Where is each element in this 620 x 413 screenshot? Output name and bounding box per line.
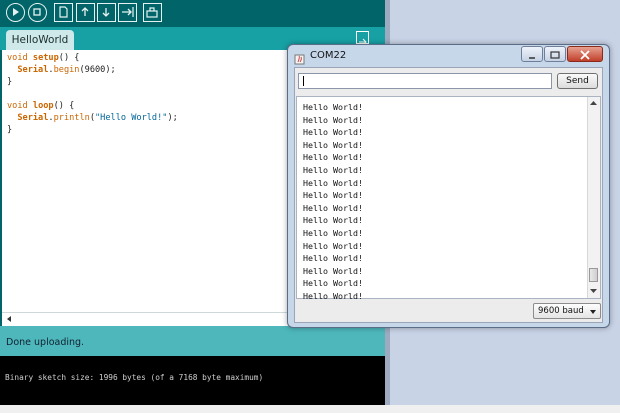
output-line: Hello World!: [303, 139, 363, 150]
java-icon: [294, 50, 305, 65]
output-line: Hello World!: [303, 290, 363, 301]
code-line: }: [7, 77, 13, 87]
output-line: Hello World!: [303, 190, 363, 201]
output-line: Hello World!: [303, 202, 363, 213]
code-line: Serial.begin(9600);: [17, 65, 116, 75]
scroll-down-icon[interactable]: [588, 286, 599, 296]
maximize-icon[interactable]: [544, 46, 566, 62]
output-line: Hello World!: [303, 127, 363, 138]
output-line: Hello World!: [303, 215, 363, 226]
scroll-up-icon[interactable]: [588, 98, 599, 108]
send-button[interactable]: Send: [557, 73, 598, 89]
baud-rate-value: 9600 baud: [538, 306, 584, 316]
open-icon[interactable]: [76, 3, 95, 22]
status-bar: Done uploading.: [0, 326, 385, 356]
serial-input[interactable]: [298, 73, 552, 89]
vertical-scrollbar[interactable]: [587, 97, 600, 298]
output-line: Hello World!: [303, 240, 363, 251]
code-line: }: [7, 125, 13, 135]
console: Binary sketch size: 1996 bytes (of a 716…: [0, 356, 385, 405]
scrollbar-thumb[interactable]: [589, 268, 598, 282]
status-message: Done uploading.: [6, 337, 85, 348]
serial-output: Hello World! Hello World! Hello World! H…: [296, 96, 601, 301]
output-line: Hello World!: [303, 278, 363, 289]
minimize-icon[interactable]: [521, 46, 543, 62]
verify-icon[interactable]: [6, 3, 25, 22]
upload-icon[interactable]: [118, 3, 137, 22]
code-line: Serial.println("Hello World!");: [17, 113, 178, 123]
output-line: Hello World!: [303, 177, 363, 188]
output-lines: Hello World! Hello World! Hello World! H…: [303, 101, 363, 303]
code-line: void loop() {: [7, 101, 75, 111]
output-line: Hello World!: [303, 164, 363, 175]
text-caret: [303, 76, 304, 86]
chevron-down-icon: [590, 310, 596, 314]
baud-rate-select[interactable]: 9600 baud: [533, 303, 601, 319]
tab-menu-icon[interactable]: [356, 31, 369, 46]
tab-helloworld[interactable]: HelloWorld: [6, 30, 74, 50]
screen-bottom-strip: [0, 405, 620, 413]
save-icon[interactable]: [97, 3, 116, 22]
serial-monitor-window: COM22 Send Hello World! Hello World! Hel…: [287, 44, 610, 328]
close-icon[interactable]: [567, 46, 603, 62]
code-line: void setup() {: [7, 53, 80, 63]
window-title: COM22: [310, 50, 347, 61]
toolbar: [0, 0, 385, 27]
output-line: Hello World!: [303, 152, 363, 163]
stop-icon[interactable]: [28, 3, 47, 22]
output-line: Hello World!: [303, 265, 363, 276]
output-line: Hello World!: [303, 253, 363, 264]
serial-monitor-icon[interactable]: [143, 3, 162, 22]
console-output: Binary sketch size: 1996 bytes (of a 716…: [5, 373, 264, 382]
serial-monitor-body: Send Hello World! Hello World! Hello Wor…: [294, 67, 603, 323]
output-line: Hello World!: [303, 227, 363, 238]
output-line: Hello World!: [303, 102, 363, 112]
output-line: Hello World!: [303, 114, 363, 125]
new-icon[interactable]: [54, 3, 73, 22]
